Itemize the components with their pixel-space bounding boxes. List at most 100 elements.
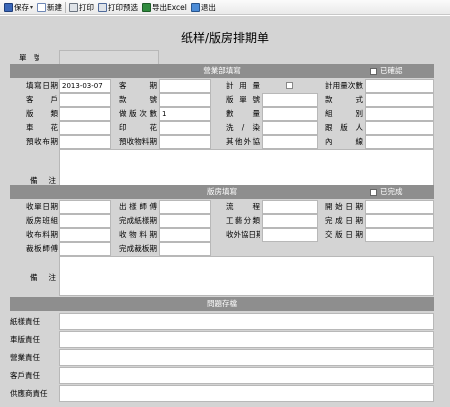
plate-room-label-1-1: 完成紙樣期	[119, 216, 157, 225]
plate-room-label-1-3: 完成日期	[325, 216, 363, 225]
issue-field-4[interactable]	[59, 385, 434, 402]
sales-label-3-0: 車花	[26, 123, 58, 132]
sales-label-0-3: 計用量次數	[325, 81, 363, 90]
sales-label-3-2: 洗/染	[226, 123, 260, 132]
plate-room-field-0-2[interactable]	[262, 200, 318, 214]
sales-field-1-2[interactable]	[262, 93, 318, 107]
usage-checkbox[interactable]	[286, 82, 293, 89]
sales-field-2-2[interactable]	[262, 107, 318, 121]
plate-room-field-2-3[interactable]	[365, 228, 434, 242]
plate-room-field-2-2[interactable]	[262, 228, 318, 242]
sales-field-0-0[interactable]: 2013-03-07	[59, 79, 111, 93]
save-label: 保存	[14, 2, 29, 12]
checkbox-icon[interactable]	[370, 67, 377, 75]
plate-room-label-2-0: 收布料期	[26, 230, 58, 239]
issues-section-header: 問題存檔	[10, 297, 434, 311]
exit-icon	[190, 2, 200, 12]
sales-label-3-1: 印花	[119, 123, 157, 132]
plate-room-field-1-3[interactable]	[365, 214, 434, 228]
sales-field-4-1[interactable]	[159, 135, 211, 149]
plate-room-field-3-1[interactable]	[159, 242, 211, 256]
confirmed-checkbox[interactable]: 已確認	[370, 64, 403, 78]
issue-label-1: 車版責任	[10, 335, 40, 344]
sales-field-3-0[interactable]	[59, 121, 111, 135]
sales-field-3-3[interactable]	[365, 121, 434, 135]
sales-field-4-3[interactable]	[365, 135, 434, 149]
excel-icon	[142, 2, 152, 12]
plate-room-label-0-2: 流程	[226, 202, 260, 211]
sheet-no-label: 單 號	[19, 53, 39, 62]
sales-field-2-0[interactable]	[59, 107, 111, 121]
exit-button[interactable]: 退出	[189, 1, 218, 14]
plate-room-field-0-1[interactable]	[159, 200, 211, 214]
sales-label-2-1: 做版次數	[119, 109, 157, 118]
plate-room-remarks-label: 備 注	[30, 273, 56, 282]
plate-room-field-0-3[interactable]	[365, 200, 434, 214]
plate-room-remarks-field[interactable]	[59, 256, 434, 296]
issue-field-2[interactable]	[59, 349, 434, 366]
sales-field-0-1[interactable]	[159, 79, 211, 93]
sales-label-1-0: 客戶	[26, 95, 58, 104]
sales-field-3-1[interactable]	[159, 121, 211, 135]
sales-label-0-0: 填寫日期	[26, 81, 58, 90]
floppy-disk-icon	[4, 2, 13, 12]
plate-room-label-1-0: 版房班組	[26, 216, 58, 225]
plate-room-field-1-2[interactable]	[262, 214, 318, 228]
print-preview-icon	[98, 2, 108, 12]
sales-field-1-3[interactable]	[365, 93, 434, 107]
plate-room-label-0-3: 開始日期	[325, 202, 363, 211]
issue-field-3[interactable]	[59, 367, 434, 384]
plate-room-label-3-1: 完成裁板期	[119, 244, 157, 253]
confirmed-label: 已確認	[380, 66, 403, 75]
sales-field-1-0[interactable]	[59, 93, 111, 107]
sales-label-0-1: 客期	[119, 81, 157, 90]
sales-field-0-3[interactable]	[365, 79, 434, 93]
sales-label-1-3: 款式	[325, 95, 363, 104]
sales-field-2-1[interactable]: 1	[159, 107, 211, 121]
sales-label-4-1: 預收物料期	[119, 137, 157, 146]
print-button[interactable]: 打印	[67, 1, 96, 14]
sales-field-2-3[interactable]	[365, 107, 434, 121]
sales-label-3-3: 跟版人	[325, 123, 363, 132]
new-button[interactable]: 新建	[35, 1, 64, 14]
sales-label-1-2: 版單號	[226, 95, 260, 104]
plate-room-label-0-0: 收單日期	[26, 202, 58, 211]
issue-field-1[interactable]	[59, 331, 434, 348]
print-preview-label: 打印预选	[108, 2, 139, 12]
export-excel-button[interactable]: 导出Excel	[140, 1, 189, 14]
sales-label-4-3: 內線	[325, 137, 363, 146]
printer-icon	[69, 2, 79, 12]
sales-label-1-1: 款號	[119, 95, 157, 104]
issue-label-0: 紙樣責任	[10, 317, 40, 326]
plate-room-field-2-0[interactable]	[59, 228, 111, 242]
issue-label-3: 客戶責任	[10, 371, 40, 380]
sales-label-2-2: 數量	[226, 109, 260, 118]
plate-room-field-1-0[interactable]	[59, 214, 111, 228]
issue-field-0[interactable]	[59, 313, 434, 330]
sales-label-0-2: 計用量	[226, 81, 260, 90]
chevron-down-icon[interactable]: ▾	[30, 4, 33, 11]
form-panel: 纸样/版房排期单 單 號營業部填寫 已確認 填寫日期 2013-03-07 客期 計用量計…	[0, 16, 450, 407]
plate-room-field-3-0[interactable]	[59, 242, 111, 256]
sales-label-2-0: 版類	[26, 109, 58, 118]
sales-label-4-2: 其他外協	[226, 137, 260, 146]
print-label: 打印	[79, 2, 95, 12]
print-preview-button[interactable]: 打印预选	[96, 1, 140, 14]
plate-room-field-1-1[interactable]	[159, 214, 211, 228]
plate-room-field-0-0[interactable]	[59, 200, 111, 214]
plate-room-field-2-1[interactable]	[159, 228, 211, 242]
sales-field-4-0[interactable]	[59, 135, 111, 149]
save-button[interactable]: 保存 ▾	[2, 1, 35, 14]
sales-label-2-3: 組別	[325, 109, 363, 118]
checkbox-icon[interactable]	[370, 188, 377, 196]
sales-field-4-2[interactable]	[262, 135, 318, 149]
sales-field-3-2[interactable]	[262, 121, 318, 135]
new-label: 新建	[47, 2, 63, 12]
plate-room-label-2-3: 交版日期	[325, 230, 363, 239]
plate-room-label-2-1: 收物料期	[119, 230, 157, 239]
sales-label-4-0: 預收布期	[26, 137, 58, 146]
completed-label: 已完成	[380, 187, 403, 196]
completed-checkbox[interactable]: 已完成	[370, 185, 403, 199]
toolbar-separator	[65, 1, 67, 13]
sales-field-1-1[interactable]	[159, 93, 211, 107]
